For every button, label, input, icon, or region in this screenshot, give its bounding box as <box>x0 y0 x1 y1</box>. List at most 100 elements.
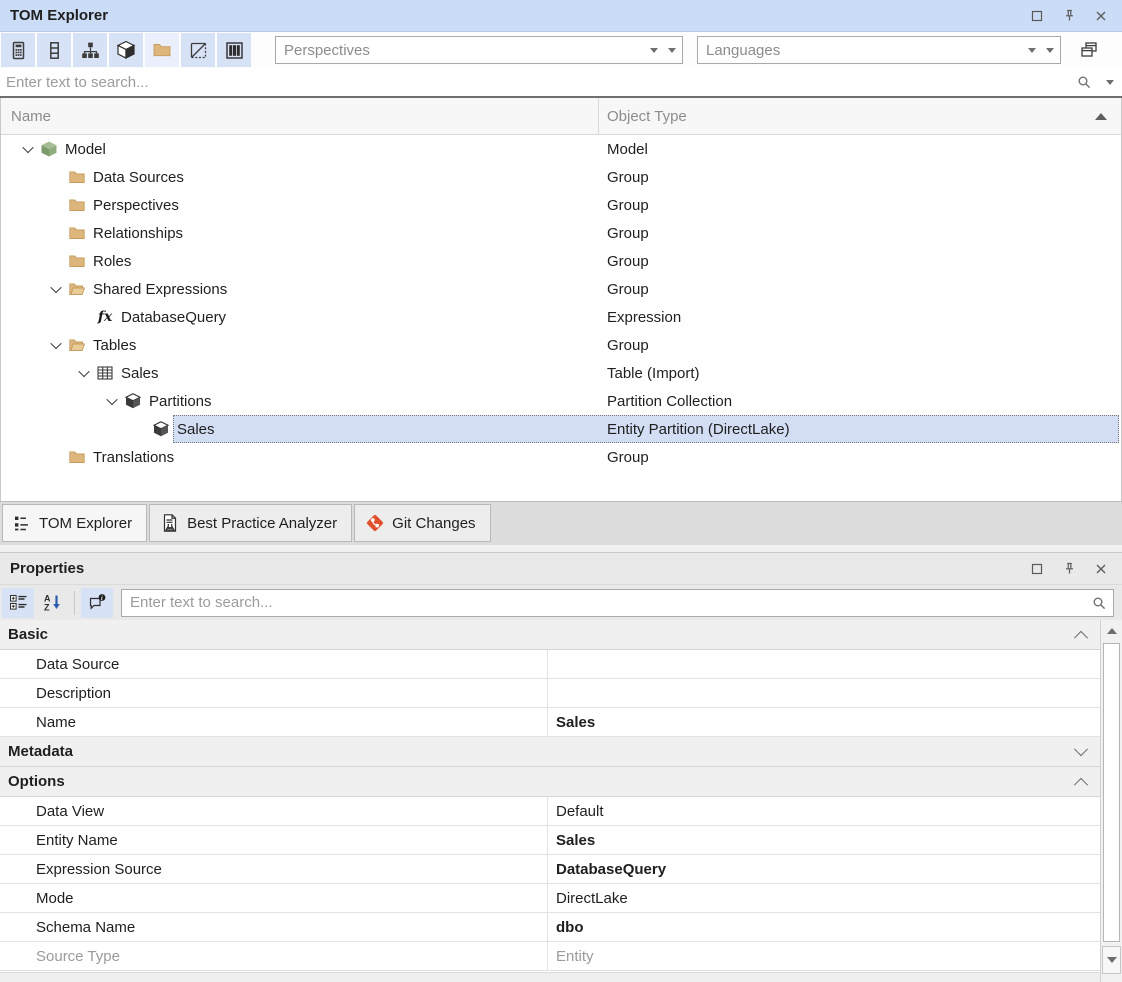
tab-tom-explorer[interactable]: TOM Explorer <box>2 504 147 542</box>
search-icon[interactable] <box>1076 74 1092 90</box>
close-icon[interactable] <box>1090 5 1112 27</box>
column-header-object-type[interactable]: Object Type <box>599 108 1121 125</box>
scroll-up-icon[interactable] <box>1102 621 1121 641</box>
tree-cell-name: Perspectives <box>1 191 599 219</box>
chevron-up-icon[interactable] <box>1074 630 1088 644</box>
close-icon[interactable] <box>1090 558 1112 580</box>
model-tree: ModelModel Data Sources Group Perspectives G… <box>1 135 1121 501</box>
object-type-label: Group <box>607 337 649 354</box>
hidden-objects-icon <box>189 41 208 60</box>
hierarchies-toggle-button[interactable] <box>73 33 107 67</box>
scroll-down-icon[interactable] <box>1102 946 1121 974</box>
partitions-toggle-button[interactable] <box>109 33 143 67</box>
git-icon <box>365 513 385 533</box>
property-description-button[interactable]: i <box>81 588 113 618</box>
object-type-label: Group <box>607 253 649 270</box>
tree-item-label: Data Sources <box>93 169 184 186</box>
tree-row[interactable]: Shared ExpressionsGroup <box>1 275 1121 303</box>
tab-best-practice-analyzer[interactable]: Best Practice Analyzer <box>149 504 352 542</box>
property-row[interactable]: Source TypeEntity <box>0 942 1100 971</box>
section-header-basic[interactable]: Basic <box>0 620 1100 650</box>
tab-git-changes[interactable]: Git Changes <box>354 504 490 542</box>
tree-search-input[interactable] <box>0 74 1076 91</box>
display-folders-toggle-button[interactable] <box>145 33 179 67</box>
categorized-view-button[interactable] <box>2 588 34 618</box>
maximize-icon[interactable] <box>1026 5 1048 27</box>
table-columns-toggle-button[interactable] <box>217 33 251 67</box>
object-type-label: Table (Import) <box>607 365 700 382</box>
property-row[interactable]: Description <box>0 679 1100 708</box>
property-row[interactable]: Expression SourceDatabaseQuery <box>0 855 1100 884</box>
tree-row[interactable]: fxDatabaseQueryExpression <box>1 303 1121 331</box>
property-row[interactable]: Schema Namedbo <box>0 913 1100 942</box>
chevron-up-icon[interactable] <box>1074 777 1088 791</box>
property-value[interactable]: DirectLake <box>548 890 1100 907</box>
tree-row[interactable]: ModelModel <box>1 135 1121 163</box>
property-value[interactable]: Entity <box>548 948 1100 965</box>
tree-row[interactable]: Data Sources Group <box>1 163 1121 191</box>
tree-row[interactable]: SalesEntity Partition (DirectLake) <box>1 415 1121 443</box>
window-buttons <box>1026 558 1112 580</box>
column-header-name[interactable]: Name <box>1 98 599 134</box>
perspectives-combobox[interactable]: Perspectives <box>275 36 683 64</box>
tab-label: Git Changes <box>392 515 475 532</box>
sort-ascending-icon <box>1095 113 1107 120</box>
property-value[interactable]: Default <box>548 803 1100 820</box>
chevron-down-icon[interactable] <box>45 341 67 349</box>
grid-bottom-filler <box>0 972 1100 982</box>
chevron-down-icon[interactable] <box>1074 742 1088 756</box>
tree-cell-object-type: Partition Collection <box>599 393 1121 410</box>
object-type-label: Group <box>607 197 649 214</box>
properties-search-input[interactable] <box>122 594 1091 611</box>
property-value[interactable]: Sales <box>548 714 1100 731</box>
tree-row[interactable]: RolesGroup <box>1 247 1121 275</box>
property-row[interactable]: NameSales <box>0 708 1100 737</box>
chevron-down-icon[interactable] <box>1046 48 1054 53</box>
property-value[interactable]: dbo <box>548 919 1100 936</box>
property-value[interactable]: Sales <box>548 832 1100 849</box>
columns-toggle-button[interactable] <box>37 33 71 67</box>
chevron-down-icon[interactable] <box>1106 80 1114 85</box>
maximize-icon[interactable] <box>1026 558 1048 580</box>
pin-icon[interactable] <box>1058 5 1080 27</box>
property-row[interactable]: Data ViewDefault <box>0 797 1100 826</box>
sort-alphabetical-button[interactable]: A Z <box>36 588 68 618</box>
hidden-objects-toggle-button[interactable] <box>181 33 215 67</box>
chevron-down-icon[interactable] <box>668 48 676 53</box>
property-value[interactable]: DatabaseQuery <box>548 861 1100 878</box>
chevron-down-icon[interactable] <box>73 369 95 377</box>
scrollbar-thumb[interactable] <box>1103 643 1120 942</box>
tree-cell-object-type: Group <box>599 169 1121 186</box>
vertical-scrollbar[interactable] <box>1100 620 1122 982</box>
chevron-down-icon[interactable] <box>17 145 39 153</box>
section-header-metadata[interactable]: Metadata <box>0 737 1100 767</box>
pin-icon[interactable] <box>1058 558 1080 580</box>
measures-toggle-button[interactable] <box>1 33 35 67</box>
properties-panel: Properties <box>0 552 1122 982</box>
tree-row[interactable]: RelationshipsGroup <box>1 219 1121 247</box>
tree-row[interactable]: Perspectives Group <box>1 191 1121 219</box>
tree-cell-name: Model <box>1 135 599 163</box>
bpa-icon <box>160 513 180 533</box>
property-row[interactable]: ModeDirectLake <box>0 884 1100 913</box>
chevron-down-icon[interactable] <box>45 285 67 293</box>
chevron-down-icon[interactable] <box>101 397 123 405</box>
dock-windows-icon[interactable] <box>1075 36 1103 64</box>
tree-cell-name: Partitions <box>1 387 599 415</box>
partitions-icon <box>116 40 136 60</box>
languages-combobox[interactable]: Languages <box>697 36 1061 64</box>
tree-row[interactable]: SalesTable (Import) <box>1 359 1121 387</box>
bottom-tab-strip: TOM ExplorerBest Practice Analyzer Git Ch… <box>0 501 1122 545</box>
folder-icon <box>67 168 87 186</box>
tree-cell-name: Tables <box>1 331 599 359</box>
tree-row[interactable]: TranslationsGroup <box>1 443 1121 471</box>
tree-row[interactable]: PartitionsPartition Collection <box>1 387 1121 415</box>
tree-row[interactable]: Tables Group <box>1 331 1121 359</box>
tree-cell-name: Shared Expressions <box>1 275 599 303</box>
object-type-label: Group <box>607 169 649 186</box>
tom-explorer-panel: TOM Explorer Perspectives <box>0 0 1122 545</box>
property-row[interactable]: Data Source <box>0 650 1100 679</box>
section-header-options[interactable]: Options <box>0 767 1100 797</box>
search-icon[interactable] <box>1091 595 1113 611</box>
property-row[interactable]: Entity NameSales <box>0 826 1100 855</box>
